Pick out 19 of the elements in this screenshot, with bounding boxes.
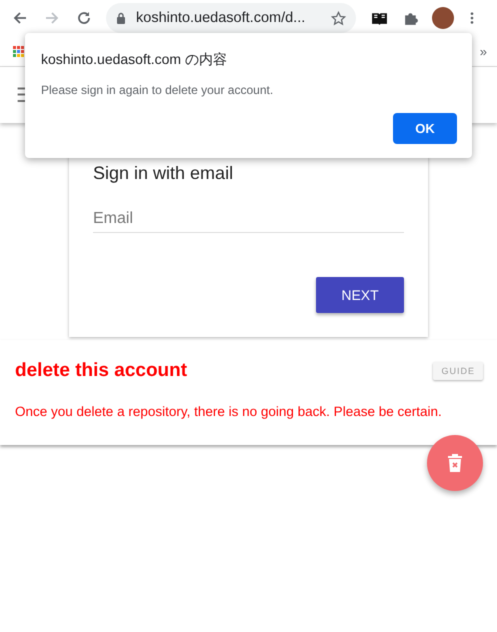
address-bar[interactable]: koshinto.uedasoft.com/d... (106, 3, 356, 33)
apps-icon[interactable] (13, 46, 24, 56)
dialog-message: Please sign in again to delete your account. (41, 83, 274, 97)
reload-icon[interactable] (76, 10, 92, 26)
url-text: koshinto.uedasoft.com/d... (136, 10, 306, 26)
delete-button[interactable] (427, 435, 483, 491)
avatar[interactable] (432, 7, 454, 29)
lock-icon (116, 12, 126, 24)
trash-icon (448, 454, 462, 472)
next-button[interactable]: NEXT (316, 277, 404, 313)
back-icon[interactable] (12, 10, 28, 26)
more-bookmarks[interactable]: » (480, 44, 487, 58)
section-title: delete this account (15, 360, 188, 382)
warning-text: Once you delete a repository, there is no going back. Please be certain. (15, 404, 443, 419)
card-title: Sign in with email (93, 163, 234, 184)
star-icon[interactable] (331, 10, 346, 26)
menu-icon[interactable] (470, 11, 474, 25)
dialog-title: koshinto.uedasoft.com の内容 (41, 51, 228, 69)
ok-button[interactable]: OK (393, 113, 457, 144)
